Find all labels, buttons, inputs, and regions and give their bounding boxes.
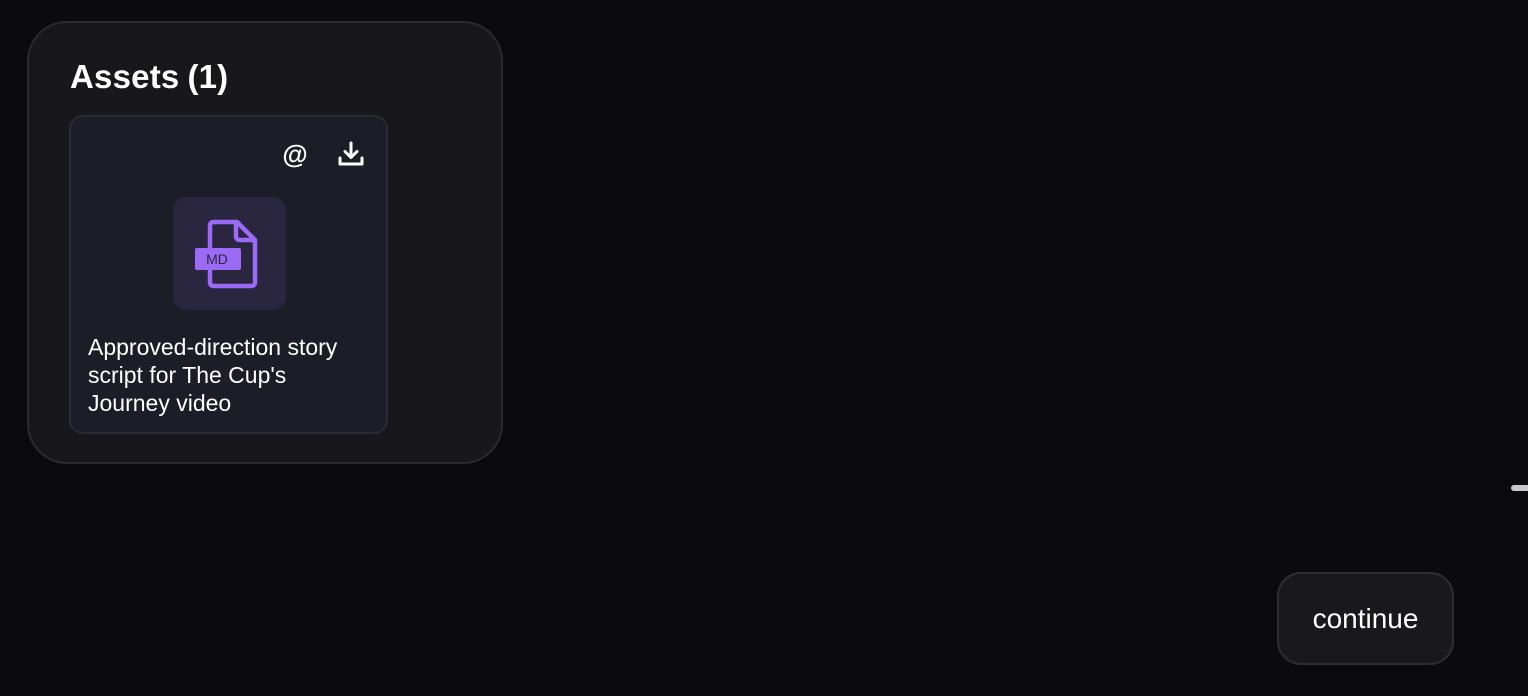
assets-title-label: Assets bbox=[70, 58, 180, 95]
at-icon: @ bbox=[282, 139, 308, 169]
mention-button[interactable]: @ bbox=[278, 137, 312, 171]
download-button[interactable] bbox=[334, 137, 368, 171]
download-icon bbox=[338, 141, 364, 166]
assets-title: Assets (1) bbox=[70, 58, 228, 96]
file-thumbnail: MD bbox=[173, 197, 286, 310]
continue-button[interactable]: continue bbox=[1277, 572, 1454, 665]
asset-description: Approved-direction story script for The … bbox=[88, 334, 338, 416]
markdown-file-icon: MD bbox=[194, 219, 257, 288]
scroll-indicator[interactable] bbox=[1511, 485, 1528, 491]
file-type-label: MD bbox=[206, 251, 228, 267]
page: Assets (1) @ MD Approved-direction story… bbox=[0, 0, 1528, 696]
asset-card[interactable]: @ MD Approved-direction story script for… bbox=[69, 115, 388, 434]
assets-count: (1) bbox=[187, 58, 229, 95]
assets-panel: Assets (1) @ MD Approved-direction story… bbox=[27, 21, 503, 464]
